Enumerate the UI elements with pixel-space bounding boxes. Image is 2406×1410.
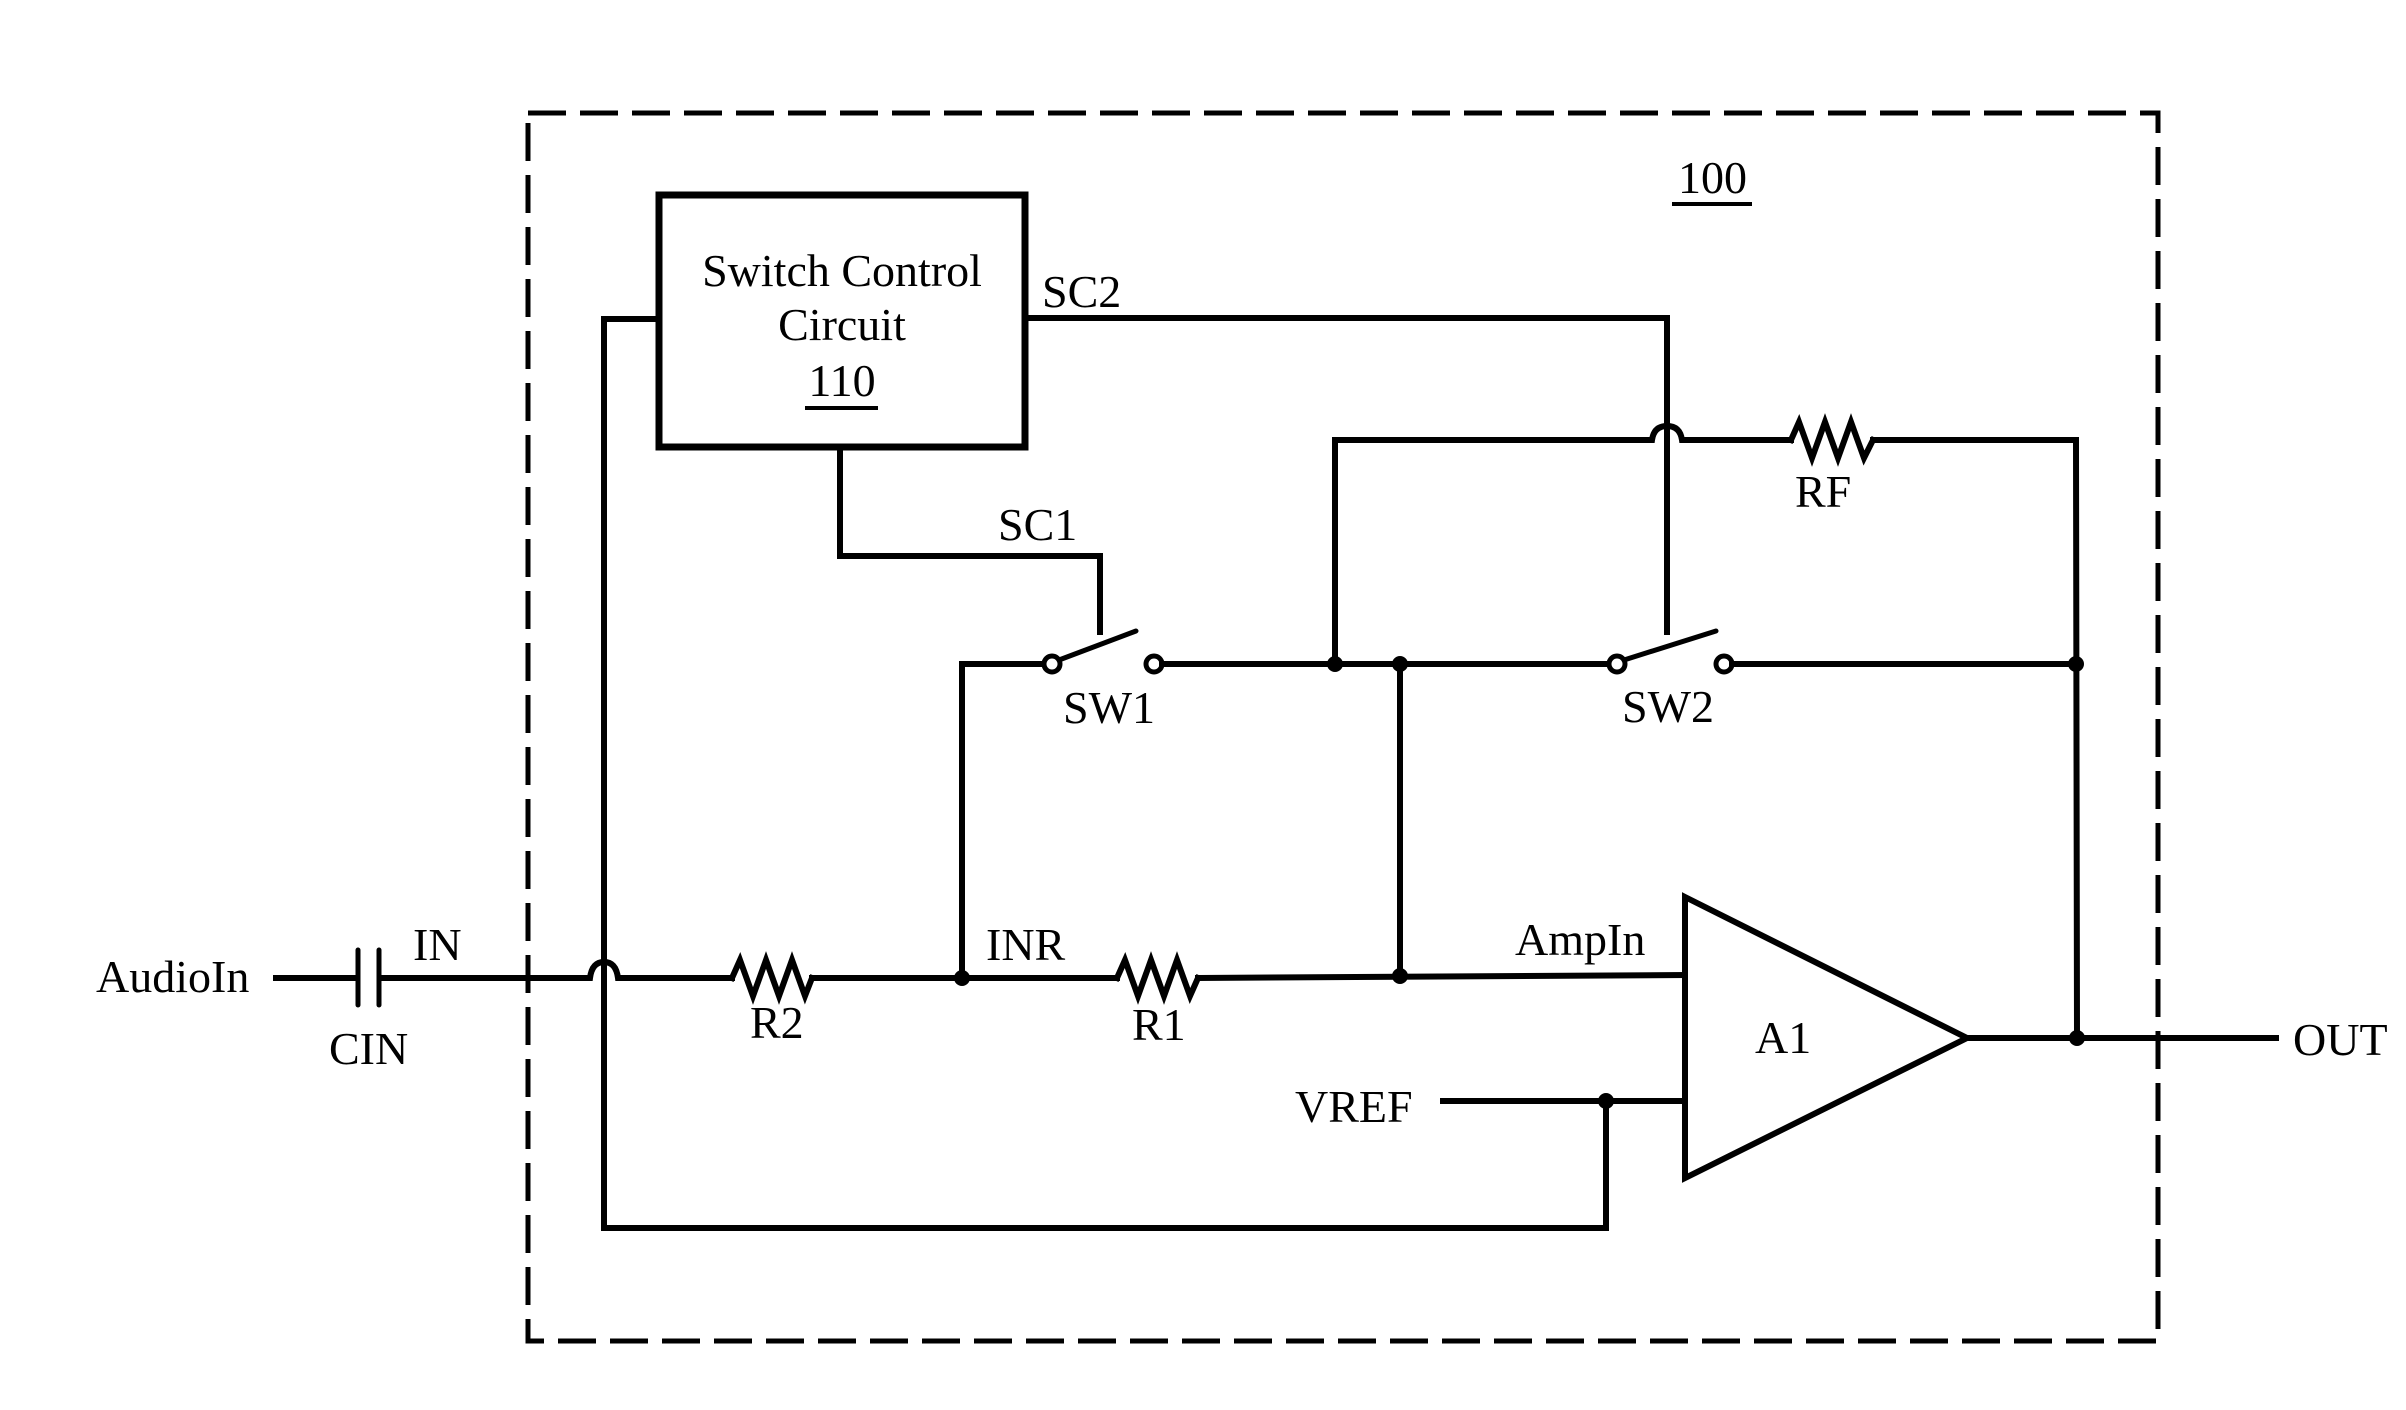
junction-rf-right [2068,656,2084,672]
in-label: IN [413,919,462,970]
cin-label: CIN [329,1023,408,1074]
resistor-r1 [1113,951,1202,1005]
circuit-schematic: 100 Switch Control Circuit 110 SC2 SC1 A… [96,110,2388,1344]
switch-control-label-line2: Circuit [778,299,906,350]
wire-rf-loop-right [1870,437,2081,1042]
resistor-rf [1787,413,1878,467]
junction-out [2069,1030,2085,1046]
resistor-r2 [728,951,816,1005]
switch-control-ref: 110 [808,355,875,406]
ampin-label: AmpIn [1515,914,1645,965]
wire-rf-loop-left [1332,422,1794,667]
inr-label: INR [986,919,1066,970]
junction-ampin [1392,968,1408,984]
rf-label: RF [1795,466,1851,517]
junction-inr [954,970,970,986]
vref-label: VREF [1295,1081,1413,1132]
sc1-label: SC1 [998,499,1077,550]
wire-r1-to-ampin [1194,971,1689,982]
out-label: OUT [2293,1014,2388,1065]
sw2-lever [1621,628,1719,663]
sw1-label: SW1 [1063,682,1155,733]
a1-label: A1 [1755,1012,1811,1063]
junction-bus [1392,656,1408,672]
amplifier-a1 [1682,892,1974,1183]
switch-control-label-line1: Switch Control [702,245,982,296]
junction-rf-left [1327,656,1343,672]
sw2-label: SW2 [1622,681,1714,732]
wire-control-to-vref-loop [601,316,1609,1231]
sc2-label: SC2 [1042,266,1121,317]
r1-label: R1 [1132,999,1186,1050]
audio-in-label: AudioIn [96,951,249,1002]
module-ref-label: 100 [1678,152,1747,203]
wire-sc2 [1022,315,1670,635]
r2-label: R2 [750,997,804,1048]
junction-vref [1598,1093,1614,1109]
sw1-lever [1056,628,1139,663]
